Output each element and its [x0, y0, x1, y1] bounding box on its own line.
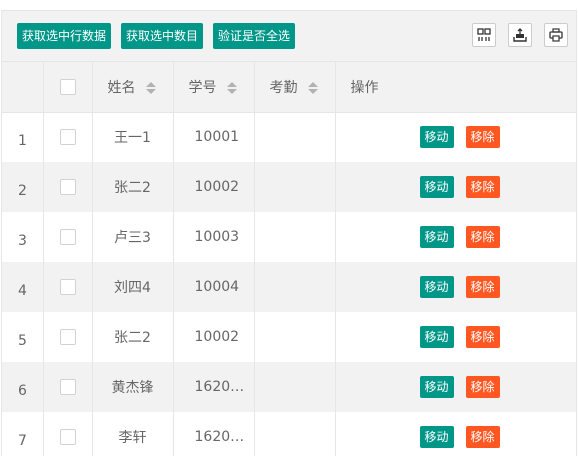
row-operations: 移动 移除: [335, 262, 576, 312]
move-button[interactable]: 移动: [419, 426, 454, 448]
header-name-label: 姓名: [107, 79, 136, 96]
header-name[interactable]: 姓名: [92, 62, 174, 113]
row-checkbox-cell: [43, 112, 93, 162]
row-checkbox-cell: [43, 312, 93, 362]
move-button[interactable]: 移动: [419, 126, 454, 149]
move-button[interactable]: 移动: [419, 176, 454, 198]
remove-button[interactable]: 移除: [465, 126, 500, 149]
remove-button[interactable]: 移除: [465, 276, 500, 298]
columns-icon: [477, 28, 491, 41]
print-icon: [549, 28, 563, 42]
row-checkbox-cell: [43, 162, 93, 212]
data-table: 姓名 学号 考勤 操作 1 王一1 10001 移动 移除 2 张二2 1000…: [2, 62, 576, 456]
remove-button[interactable]: 移除: [465, 426, 500, 448]
print-button[interactable]: [544, 23, 568, 47]
sort-icon[interactable]: [145, 81, 156, 94]
move-button[interactable]: 移动: [419, 326, 454, 348]
header-operations-label: 操作: [350, 79, 379, 96]
row-checkbox[interactable]: [59, 179, 76, 195]
row-operations: 移动 移除: [335, 412, 576, 456]
row-number: 3: [2, 212, 44, 262]
remove-button[interactable]: 移除: [465, 376, 500, 398]
row-number: 6: [2, 362, 44, 412]
row-student-id: 1620…: [173, 412, 255, 456]
row-name: 张二2: [92, 312, 174, 362]
remove-button[interactable]: 移除: [465, 226, 500, 248]
table-row[interactable]: 5 张二2 10002 移动 移除: [2, 312, 576, 362]
row-student-id: 10003: [173, 212, 255, 262]
row-operations: 移动 移除: [335, 212, 576, 262]
export-button[interactable]: [508, 23, 532, 47]
table-row[interactable]: 6 黄杰锋 1620… 移动 移除: [2, 362, 576, 412]
columns-filter-button[interactable]: [472, 23, 496, 47]
table-row[interactable]: 2 张二2 10002 移动 移除: [2, 162, 576, 212]
sort-icon[interactable]: [226, 81, 237, 94]
row-checkbox[interactable]: [59, 229, 76, 245]
row-number: 5: [2, 312, 44, 362]
row-student-id: 10001: [173, 112, 255, 162]
move-button[interactable]: 移动: [419, 276, 454, 298]
header-checkbox-cell: [43, 62, 93, 113]
row-number: 7: [2, 412, 44, 456]
move-button[interactable]: 移动: [419, 226, 454, 248]
sort-icon[interactable]: [307, 81, 318, 94]
row-name: 张二2: [92, 162, 174, 212]
header-student-id[interactable]: 学号: [173, 62, 255, 113]
row-number: 2: [2, 162, 44, 212]
row-name: 李轩: [92, 412, 174, 456]
header-operations: 操作: [335, 62, 576, 113]
row-checkbox-cell: [43, 212, 93, 262]
row-attendance: [254, 162, 336, 212]
table-header-row: 姓名 学号 考勤 操作: [2, 62, 576, 113]
row-checkbox[interactable]: [59, 429, 76, 445]
remove-button[interactable]: 移除: [465, 326, 500, 348]
row-checkbox-cell: [43, 362, 93, 412]
row-checkbox[interactable]: [59, 279, 76, 295]
row-checkbox-cell: [43, 412, 93, 456]
header-attendance-label: 考勤: [269, 79, 298, 96]
get-checked-count-button[interactable]: 获取选中数目: [121, 23, 204, 49]
table-row[interactable]: 7 李轩 1620… 移动 移除: [2, 412, 576, 456]
row-attendance: [254, 412, 336, 456]
header-attendance[interactable]: 考勤: [254, 62, 336, 113]
row-operations: 移动 移除: [335, 162, 576, 212]
row-checkbox[interactable]: [59, 129, 76, 146]
export-icon: [513, 28, 527, 42]
table-toolbar: 获取选中行数据 获取选中数目 验证是否全选: [2, 11, 576, 62]
table-row[interactable]: 4 刘四4 10004 移动 移除: [2, 262, 576, 312]
row-attendance: [254, 262, 336, 312]
check-all-selected-button[interactable]: 验证是否全选: [213, 23, 296, 49]
row-student-id: 10002: [173, 312, 255, 362]
row-name: 卢三3: [92, 212, 174, 262]
row-attendance: [254, 212, 336, 262]
row-attendance: [254, 312, 336, 362]
row-name: 刘四4: [92, 262, 174, 312]
data-table-container: 获取选中行数据 获取选中数目 验证是否全选 姓名 学号 考勤 操作 1 王一1 …: [1, 10, 577, 456]
row-checkbox-cell: [43, 262, 93, 312]
row-student-id: 10004: [173, 262, 255, 312]
row-attendance: [254, 112, 336, 162]
table-row[interactable]: 1 王一1 10001 移动 移除: [2, 112, 576, 162]
table-row[interactable]: 3 卢三3 10003 移动 移除: [2, 212, 576, 262]
row-checkbox[interactable]: [59, 329, 76, 345]
header-index: [2, 62, 44, 113]
row-student-id: 10002: [173, 162, 255, 212]
row-operations: 移动 移除: [335, 112, 576, 162]
row-name: 黄杰锋: [92, 362, 174, 412]
get-checked-rows-button[interactable]: 获取选中行数据: [17, 23, 112, 49]
select-all-checkbox[interactable]: [59, 78, 76, 95]
row-attendance: [254, 362, 336, 412]
remove-button[interactable]: 移除: [465, 176, 500, 198]
move-button[interactable]: 移动: [419, 376, 454, 398]
row-name: 王一1: [92, 112, 174, 162]
row-operations: 移动 移除: [335, 312, 576, 362]
row-number: 4: [2, 262, 44, 312]
header-student-id-label: 学号: [188, 79, 217, 96]
row-student-id: 1620…: [173, 362, 255, 412]
row-number: 1: [2, 112, 44, 162]
row-operations: 移动 移除: [335, 362, 576, 412]
row-checkbox[interactable]: [59, 379, 76, 395]
